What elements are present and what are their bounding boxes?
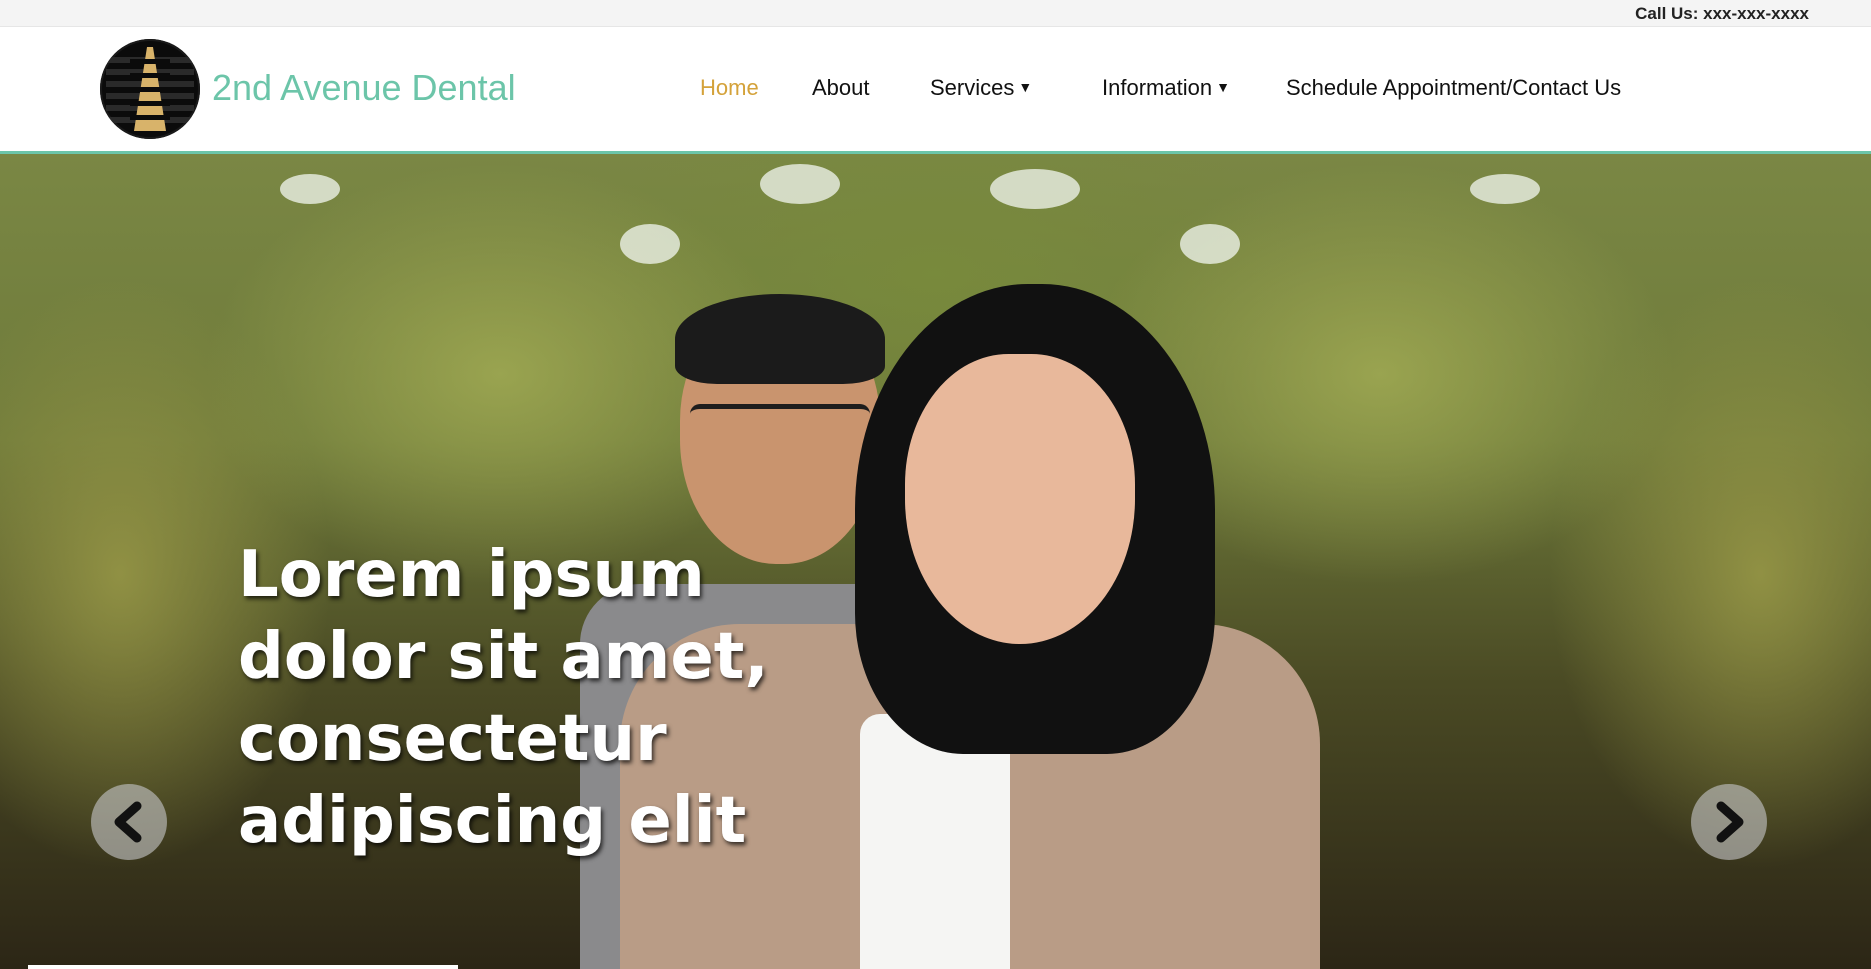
nav-information-label: Information <box>1102 75 1213 100</box>
nav-services-label: Services <box>930 75 1015 100</box>
nav-information[interactable]: Information ▼ <box>1102 75 1230 101</box>
chevron-left-icon <box>114 801 142 843</box>
top-contact-bar: Call Us: xxx-xxx-xxxx <box>0 0 1871 27</box>
nav-schedule-contact-label: Schedule Appointment/Contact Us <box>1286 75 1622 100</box>
brand-name[interactable]: 2nd Avenue Dental <box>212 67 516 109</box>
site-header: 2nd Avenue Dental Home About Services ▼ I… <box>0 27 1871 154</box>
avenue-road-logo-icon[interactable] <box>100 39 200 139</box>
foliage-highlight <box>760 164 840 204</box>
foliage-highlight <box>620 224 680 264</box>
chevron-down-icon: ▼ <box>1018 79 1033 95</box>
slider-next-button[interactable] <box>1691 784 1767 860</box>
woman-face <box>905 354 1135 644</box>
nav-services[interactable]: Services ▼ <box>930 75 1032 101</box>
foliage-highlight <box>1180 224 1240 264</box>
nav-schedule-contact[interactable]: Schedule Appointment/Contact Us <box>1286 75 1621 101</box>
hero-headline: Lorem ipsum dolor sit amet, consectetur … <box>238 538 769 858</box>
chevron-down-icon: ▼ <box>1216 79 1230 95</box>
man-hair <box>675 294 885 384</box>
slide-progress-bar <box>28 965 458 969</box>
slider-prev-button[interactable] <box>91 784 167 860</box>
nav-home-label: Home <box>700 75 759 100</box>
glasses <box>690 404 870 459</box>
foliage-highlight <box>990 169 1080 209</box>
foliage-highlight <box>280 174 340 204</box>
nav-about[interactable]: About <box>812 75 870 101</box>
foliage-highlight <box>1470 174 1540 204</box>
hero-slider: Lorem ipsum dolor sit amet, consectetur … <box>0 154 1871 969</box>
call-us-text: Call Us: xxx-xxx-xxxx <box>1635 4 1809 23</box>
chevron-right-icon <box>1716 801 1744 843</box>
nav-home[interactable]: Home <box>700 75 759 101</box>
nav-about-label: About <box>812 75 870 100</box>
